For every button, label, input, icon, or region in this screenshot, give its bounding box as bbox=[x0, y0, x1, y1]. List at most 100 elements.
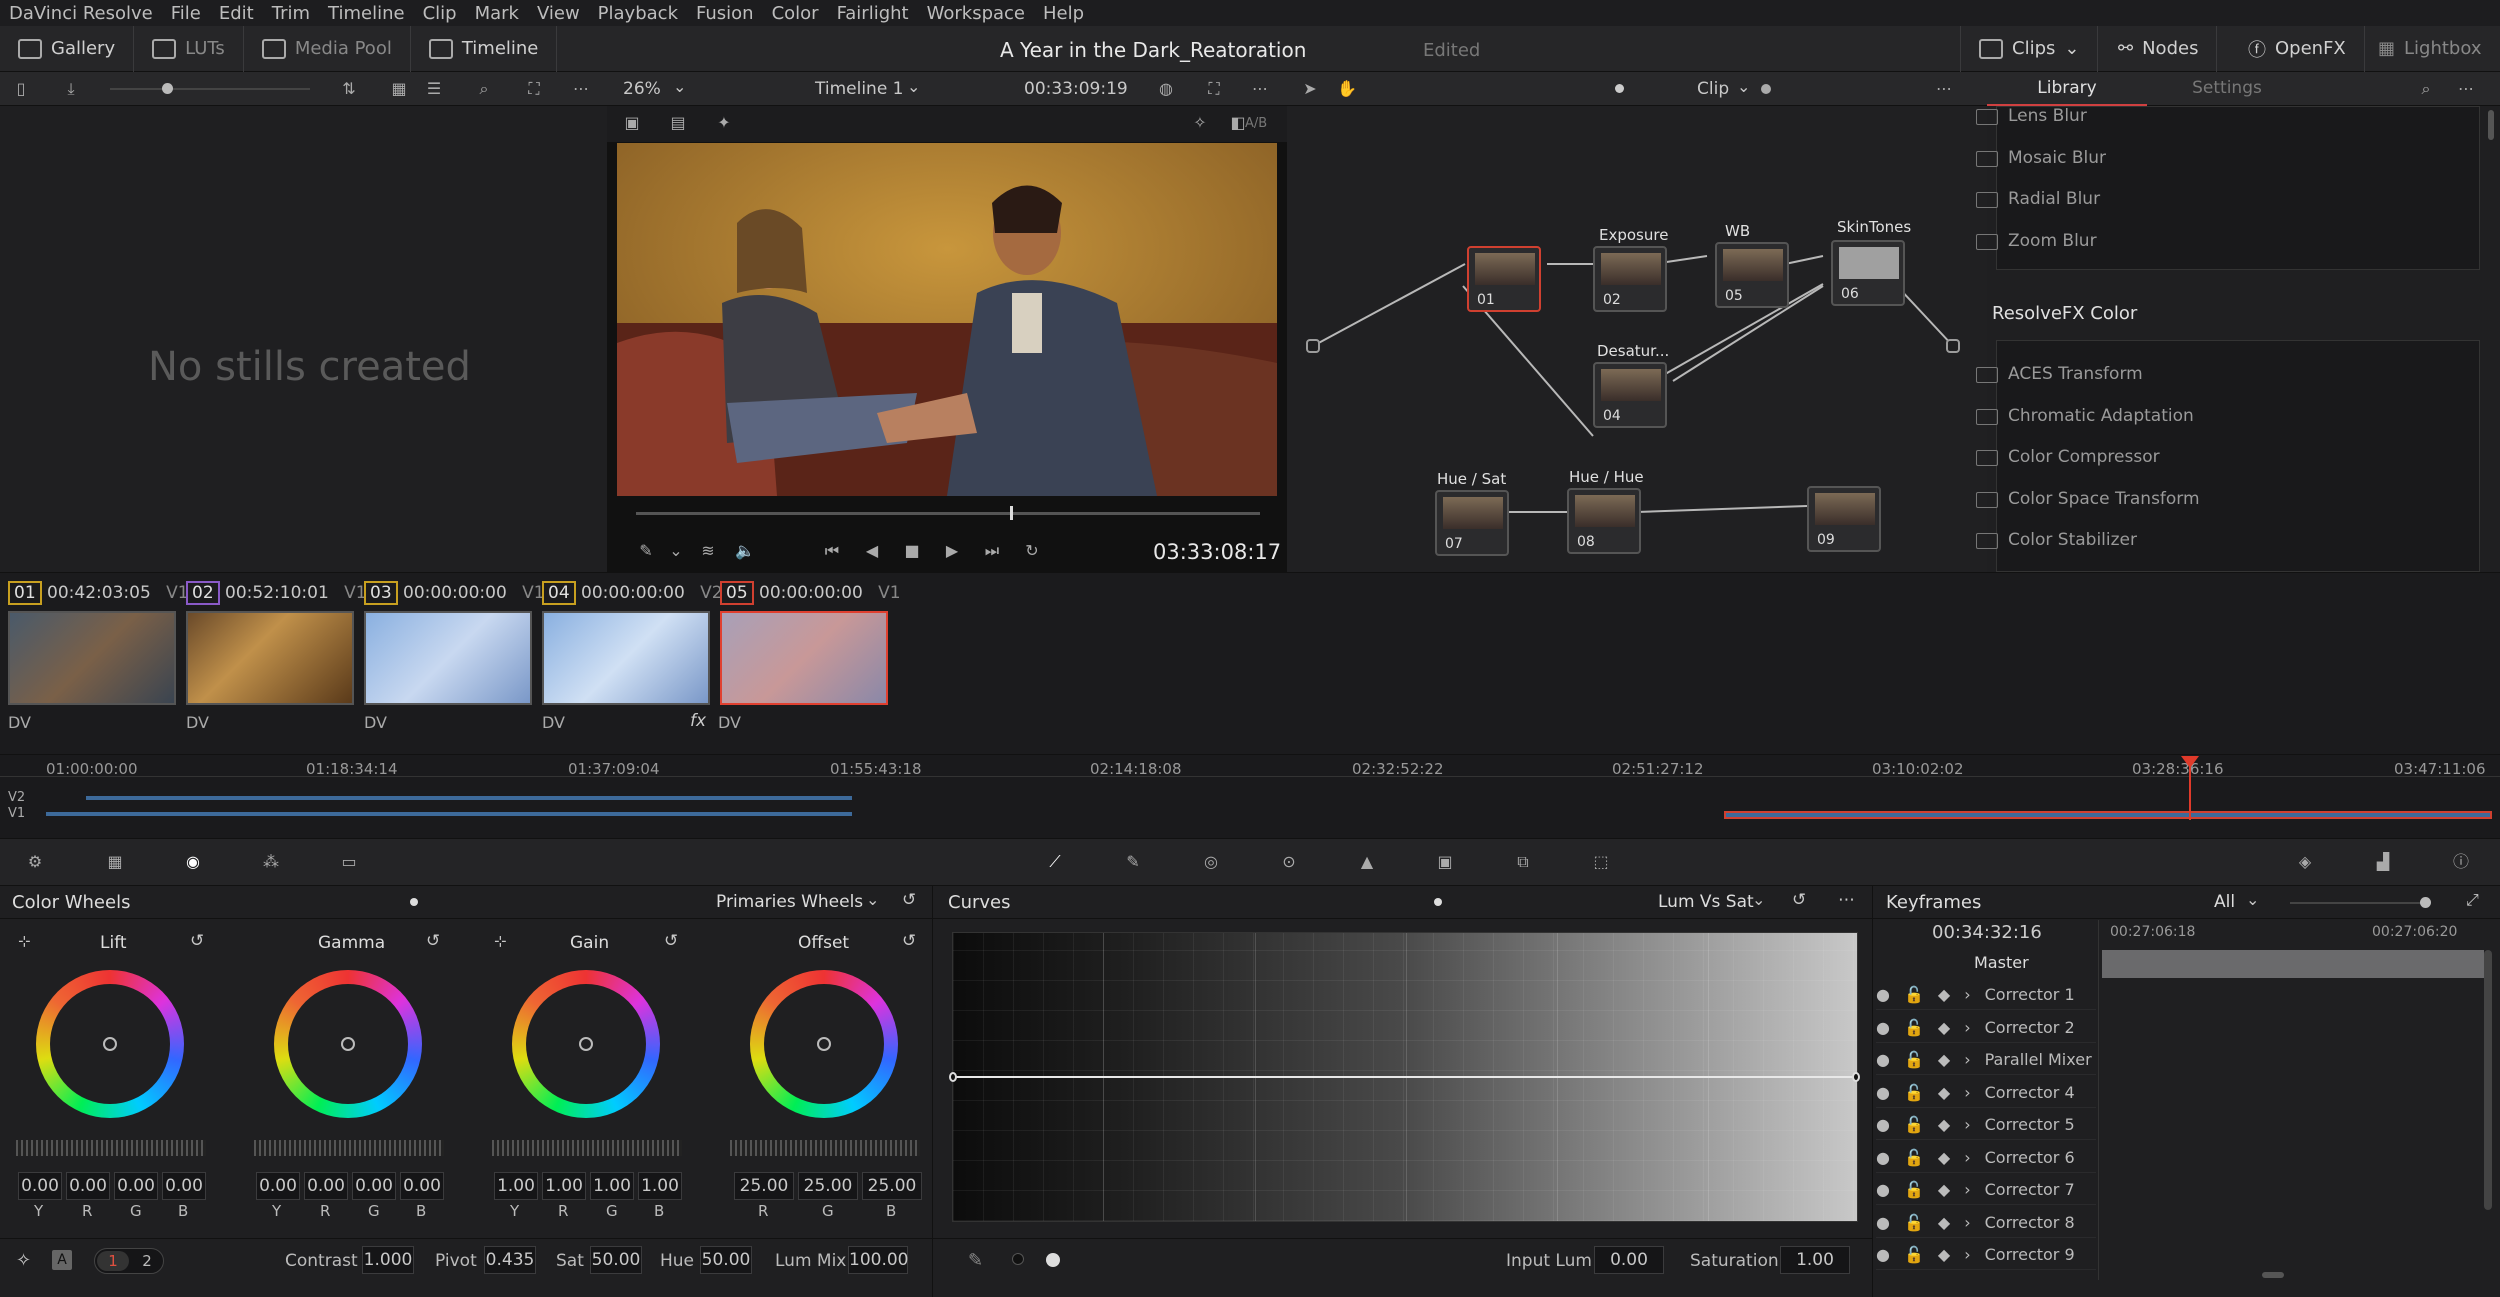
clip-header-02[interactable]: 02 00:52:10:01 V1 bbox=[186, 581, 367, 605]
slider-handle[interactable] bbox=[162, 83, 173, 94]
keyframe-row[interactable]: ● 🔓 ◆ › Parallel Mixer bbox=[1876, 1045, 2096, 1075]
fx-section-resolvefx-color[interactable]: ResolveFX Color bbox=[1992, 303, 2137, 324]
curve-graph[interactable] bbox=[949, 932, 1860, 1222]
clip-thumbnail-03[interactable] bbox=[364, 611, 532, 705]
tracker-icon[interactable]: ⊙ bbox=[1280, 853, 1298, 871]
curves-mode-select[interactable]: Lum Vs Sat bbox=[1658, 892, 1754, 912]
chevron-right-icon[interactable]: › bbox=[1964, 1018, 1970, 1037]
menu-trim[interactable]: Trim bbox=[263, 3, 319, 24]
crosshair-icon[interactable]: ⊹ bbox=[18, 932, 31, 950]
node-09[interactable]: 09 bbox=[1807, 486, 1881, 552]
menu-timeline[interactable]: Timeline bbox=[319, 3, 414, 24]
keyframes-icon[interactable]: ◈ bbox=[2296, 853, 2314, 871]
clip-header-04[interactable]: 04 00:00:00:00 V2 bbox=[542, 581, 723, 605]
curve-point[interactable] bbox=[949, 1072, 957, 1082]
offset-b-field[interactable]: 25.00 bbox=[862, 1172, 922, 1200]
stills-size-slider[interactable] bbox=[110, 83, 310, 94]
list-view-icon[interactable]: ☰ bbox=[425, 80, 443, 98]
node-05[interactable]: 05 bbox=[1715, 242, 1789, 308]
lift-g-field[interactable]: 0.00 bbox=[114, 1172, 158, 1200]
split-view-icon[interactable]: ▤ bbox=[669, 114, 687, 132]
gain-center[interactable] bbox=[579, 1037, 593, 1051]
lift-center[interactable] bbox=[103, 1037, 117, 1051]
node-07[interactable]: 07 bbox=[1435, 490, 1509, 556]
node-06[interactable]: 06 bbox=[1831, 240, 1905, 306]
slider-handle[interactable] bbox=[2420, 897, 2431, 908]
chevron-down-icon[interactable]: ⌄ bbox=[1752, 890, 1765, 909]
skip-back-icon[interactable]: ⏮ bbox=[823, 542, 841, 560]
lock-icon[interactable]: 🔓 bbox=[1904, 1083, 1924, 1102]
more-icon[interactable]: ⋯ bbox=[572, 80, 590, 98]
more-icon[interactable]: ⋯ bbox=[1935, 80, 1953, 98]
menu-davinci[interactable]: DaVinci Resolve bbox=[0, 3, 162, 24]
fx-mosaic-blur[interactable]: Mosaic Blur bbox=[1976, 148, 2106, 168]
motion-effects-icon[interactable]: ▭ bbox=[340, 853, 358, 871]
lock-icon[interactable]: 🔓 bbox=[1904, 985, 1924, 1004]
import-icon[interactable]: ⤓ bbox=[62, 80, 80, 98]
volume-icon[interactable]: 🔈 bbox=[735, 542, 755, 560]
gamma-master-slider[interactable] bbox=[254, 1140, 444, 1156]
curve-line[interactable] bbox=[953, 1076, 1857, 1078]
qualifier-icon[interactable]: ✎ bbox=[1124, 853, 1142, 871]
track-clip-v1[interactable] bbox=[46, 812, 852, 816]
diamond-icon[interactable]: ◆ bbox=[1938, 1148, 1950, 1167]
zoom-select[interactable]: 26% bbox=[623, 79, 661, 99]
play-icon[interactable]: ▶ bbox=[943, 542, 961, 560]
track-clip-selected[interactable] bbox=[1724, 811, 2492, 819]
hand-icon[interactable]: ✋ bbox=[1337, 80, 1357, 98]
gamma-r-field[interactable]: 0.00 bbox=[304, 1172, 348, 1200]
fx-color-space-transform[interactable]: Color Space Transform bbox=[1976, 489, 2200, 509]
more-icon[interactable]: ⋯ bbox=[1251, 80, 1269, 98]
menu-fusion[interactable]: Fusion bbox=[687, 3, 763, 24]
menu-color[interactable]: Color bbox=[763, 3, 828, 24]
node-dot[interactable] bbox=[1615, 84, 1624, 93]
library-scrollbar[interactable] bbox=[2488, 110, 2494, 140]
reset-icon[interactable]: ↺ bbox=[902, 890, 916, 910]
menu-clip[interactable]: Clip bbox=[414, 3, 466, 24]
lock-icon[interactable]: 🔓 bbox=[1904, 1018, 1924, 1037]
clip-header-05[interactable]: 05 00:00:00:00 V1 bbox=[720, 581, 901, 605]
chevron-right-icon[interactable]: › bbox=[1964, 985, 1970, 1004]
clip-thumbnail-05[interactable] bbox=[720, 611, 888, 705]
gain-master-slider[interactable] bbox=[492, 1140, 682, 1156]
skip-forward-icon[interactable]: ⏭ bbox=[983, 542, 1001, 560]
master-track-bar[interactable] bbox=[2102, 950, 2484, 978]
single-view-icon[interactable]: ▣ bbox=[623, 114, 641, 132]
fx-color-compressor[interactable]: Color Compressor bbox=[1976, 447, 2160, 467]
auto-balance-icon[interactable]: ✧ bbox=[16, 1250, 31, 1271]
keyframe-row[interactable]: ● 🔓 ◆ › Corrector 1 bbox=[1876, 980, 2096, 1010]
track-clip-v2[interactable] bbox=[86, 796, 852, 800]
layers-icon[interactable]: ≋ bbox=[699, 542, 717, 560]
timeline-button[interactable]: Timeline bbox=[411, 25, 558, 72]
keyframe-row[interactable]: ● 🔓 ◆ › Corrector 4 bbox=[1876, 1078, 2096, 1108]
chevron-right-icon[interactable]: › bbox=[1964, 1180, 1970, 1199]
keyframe-row[interactable]: ● 🔓 ◆ › Corrector 6 bbox=[1876, 1143, 2096, 1173]
pivot-field[interactable]: 0.435 bbox=[484, 1246, 536, 1274]
gain-b-field[interactable]: 1.00 bbox=[638, 1172, 682, 1200]
hue-field[interactable]: 50.00 bbox=[700, 1246, 752, 1274]
keyframe-row[interactable]: ● 🔓 ◆ › Corrector 2 bbox=[1876, 1013, 2096, 1043]
offset-master-slider[interactable] bbox=[730, 1140, 920, 1156]
diamond-icon[interactable]: ◆ bbox=[1938, 985, 1950, 1004]
page-1-button[interactable]: 1 bbox=[97, 1251, 129, 1271]
loop-icon[interactable]: ↻ bbox=[1023, 542, 1041, 560]
menu-help[interactable]: Help bbox=[1034, 3, 1093, 24]
reset-icon[interactable]: ↺ bbox=[426, 931, 440, 951]
saturation-field[interactable]: 1.00 bbox=[1780, 1246, 1850, 1274]
keyframe-zoom-slider[interactable] bbox=[2290, 897, 2431, 908]
grid-view-icon[interactable]: ▦ bbox=[390, 80, 408, 98]
menu-workspace[interactable]: Workspace bbox=[918, 3, 1034, 24]
color-picker-icon[interactable]: ◍ bbox=[1157, 80, 1175, 98]
chevron-down-icon[interactable]: ⌄ bbox=[673, 77, 686, 96]
sidebar-icon[interactable]: ▯ bbox=[12, 80, 30, 98]
chevron-down-icon[interactable]: ⌄ bbox=[866, 890, 879, 909]
gallery-button[interactable]: Gallery bbox=[0, 25, 135, 72]
chevron-right-icon[interactable]: › bbox=[1964, 1245, 1970, 1264]
lock-icon[interactable]: 🔓 bbox=[1904, 1148, 1924, 1167]
curves-icon[interactable]: ⟋ bbox=[1046, 853, 1064, 871]
node-01[interactable]: 01 bbox=[1467, 246, 1541, 312]
viewer-timecode[interactable]: 00:33:09:19 bbox=[1024, 79, 1128, 99]
page-2-button[interactable]: 2 bbox=[131, 1251, 163, 1271]
clip-thumbnail-02[interactable] bbox=[186, 611, 354, 705]
gamma-g-field[interactable]: 0.00 bbox=[352, 1172, 396, 1200]
